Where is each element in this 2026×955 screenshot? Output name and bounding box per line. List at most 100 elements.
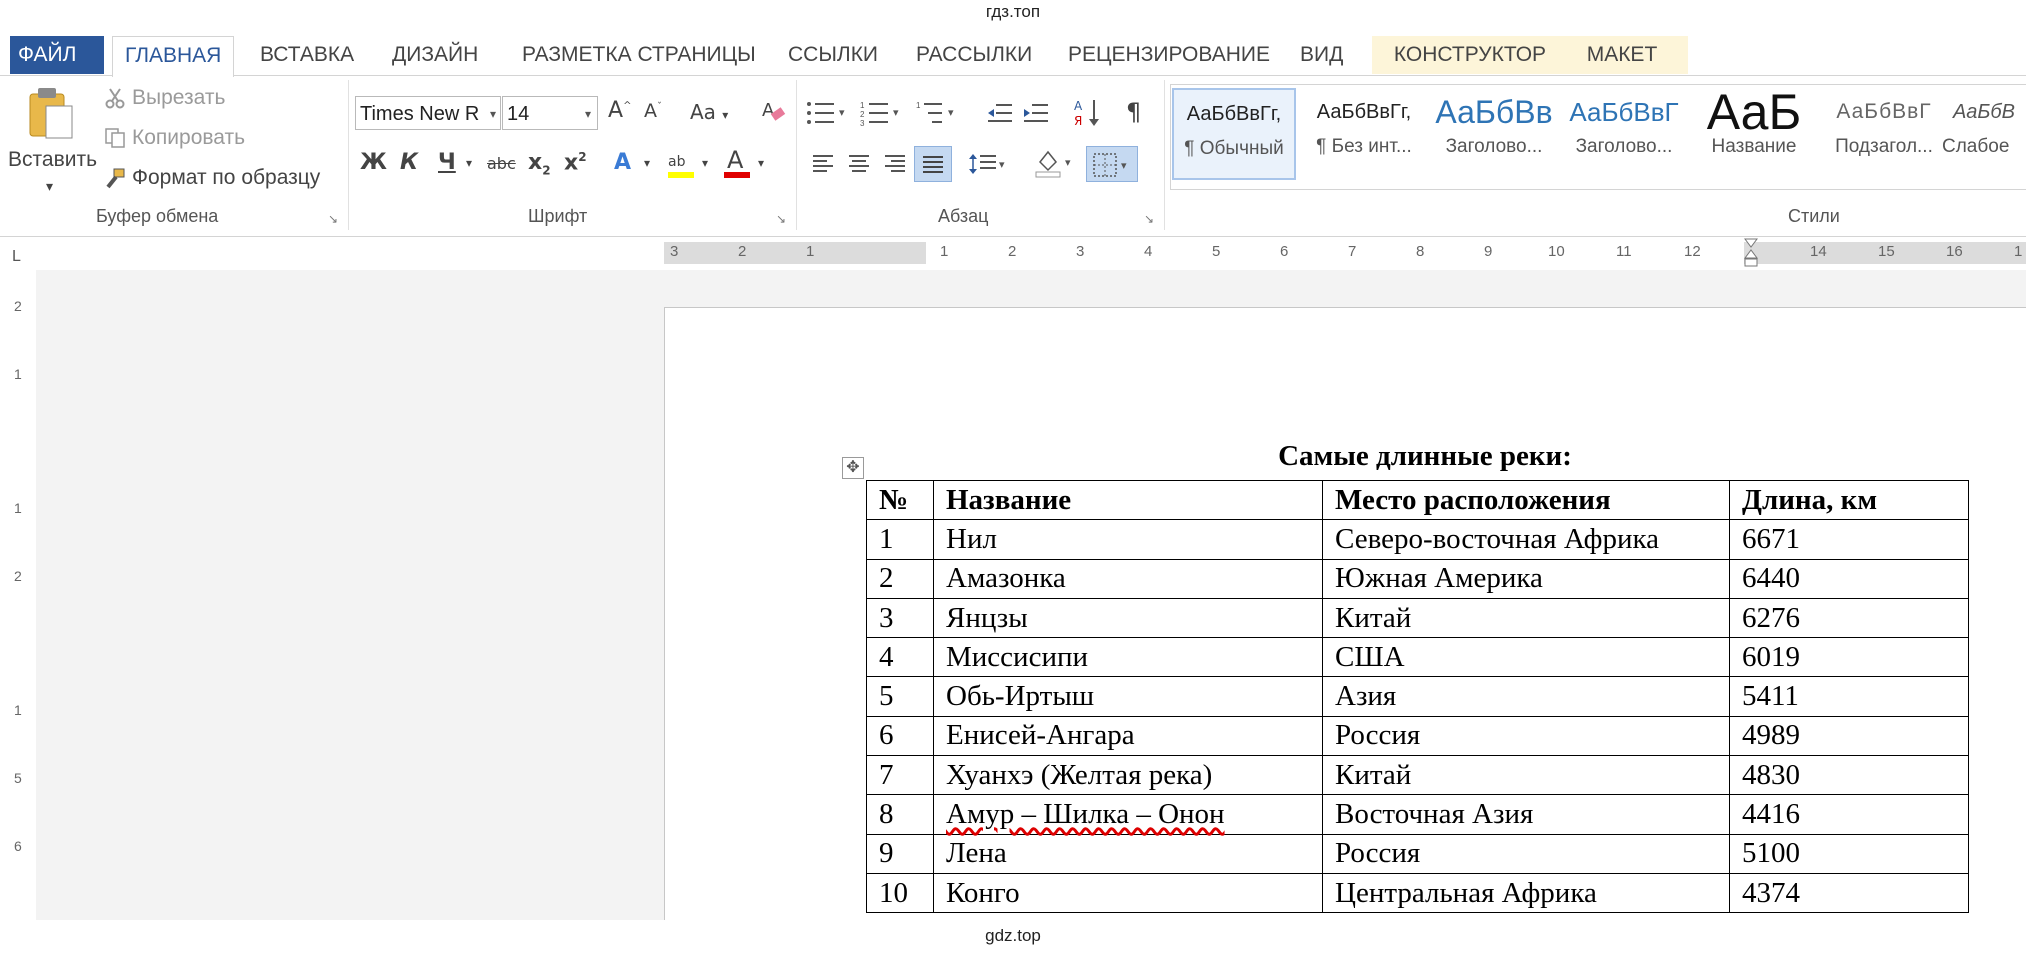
- style-subtitle[interactable]: АаБбВвГ Подзагол...: [1822, 88, 1946, 180]
- cell-number[interactable]: 7: [866, 755, 934, 796]
- bold-button[interactable]: Ж: [360, 150, 387, 175]
- sort-icon[interactable]: АЯ: [1074, 98, 1102, 133]
- document-title[interactable]: Самые длинные реки:: [866, 440, 1984, 473]
- tab-design[interactable]: ДИЗАЙН: [380, 36, 490, 74]
- cell-length[interactable]: 4830: [1729, 755, 1969, 796]
- tab-file[interactable]: ФАЙЛ: [10, 36, 104, 74]
- show-formatting-button[interactable]: ¶: [1126, 98, 1141, 126]
- horizontal-ruler[interactable]: 3 2 1 1 2 3 4 5 6 7 8 9 10 11 12 14 15 1…: [664, 238, 2026, 268]
- cell-number[interactable]: 6: [866, 715, 934, 757]
- style-subtle-emphasis[interactable]: АаБбВ Слабое: [1942, 88, 2026, 180]
- chevron-down-icon[interactable]: ▾: [702, 156, 708, 170]
- text-effects-icon[interactable]: A: [614, 150, 631, 175]
- cell-name[interactable]: Миссисипи: [933, 637, 1323, 678]
- paragraph-launcher-icon[interactable]: ↘: [1144, 212, 1154, 226]
- tab-selector-icon[interactable]: L: [12, 248, 21, 266]
- style-heading-1[interactable]: АаБбВв Заголово...: [1432, 88, 1556, 180]
- cell-length[interactable]: 5100: [1729, 833, 1969, 874]
- tab-view[interactable]: ВИД: [1288, 36, 1355, 74]
- cell-location[interactable]: Восточная Азия: [1322, 794, 1730, 835]
- chevron-down-icon[interactable]: ▾: [644, 156, 650, 170]
- borders-icon[interactable]: ▾: [1086, 146, 1138, 182]
- cell-number[interactable]: 2: [866, 558, 934, 599]
- subscript-icon[interactable]: x2: [528, 150, 551, 177]
- indent-marker-icon[interactable]: [1744, 238, 1758, 268]
- bullets-icon[interactable]: ▾: [806, 100, 850, 131]
- italic-button[interactable]: К: [400, 150, 418, 175]
- cell-length[interactable]: 4416: [1729, 794, 1969, 835]
- header-name[interactable]: Название: [933, 479, 1323, 521]
- style-no-spacing[interactable]: АаБбВвГг, ¶ Без инт...: [1302, 88, 1426, 180]
- cell-length[interactable]: 4989: [1729, 715, 1969, 757]
- align-right-icon[interactable]: [884, 154, 906, 179]
- cell-location[interactable]: Азия: [1322, 676, 1730, 717]
- superscript-icon[interactable]: x2: [564, 150, 587, 175]
- cell-name[interactable]: Амазонка: [933, 558, 1323, 599]
- grow-font-icon[interactable]: A^: [608, 98, 631, 123]
- increase-indent-icon[interactable]: [1022, 102, 1050, 129]
- cell-name[interactable]: Янцзы: [933, 597, 1323, 639]
- table-move-handle-icon[interactable]: ✥: [842, 457, 864, 479]
- cut-button[interactable]: Вырезать: [104, 86, 225, 110]
- tab-mailings[interactable]: РАССЫЛКИ: [904, 36, 1044, 74]
- cell-length[interactable]: 5411: [1729, 676, 1969, 717]
- change-case-button[interactable]: Aa ▾: [690, 100, 728, 124]
- cell-number[interactable]: 8: [866, 794, 934, 835]
- style-normal[interactable]: АаБбВвГг, ¶ Обычный: [1172, 88, 1296, 180]
- underline-button[interactable]: Ч: [438, 150, 456, 175]
- cell-location[interactable]: Китай: [1322, 597, 1730, 639]
- font-launcher-icon[interactable]: ↘: [776, 212, 786, 226]
- cell-location[interactable]: Южная Америка: [1322, 558, 1730, 599]
- copy-button[interactable]: Копировать: [104, 126, 245, 150]
- clear-formatting-icon[interactable]: A: [760, 98, 786, 130]
- cell-number[interactable]: 5: [866, 676, 934, 717]
- cell-length[interactable]: 6671: [1729, 519, 1969, 560]
- cell-name[interactable]: Амур – Шилка – Онон: [933, 794, 1323, 835]
- rivers-table[interactable]: № Название Место расположения Длина, км …: [866, 479, 1969, 914]
- cell-name[interactable]: Конго: [933, 872, 1323, 914]
- shading-icon[interactable]: ▾: [1034, 148, 1076, 183]
- cell-location[interactable]: Северо-восточная Африка: [1322, 519, 1730, 560]
- style-title[interactable]: АаБ Название: [1692, 88, 1816, 180]
- clipboard-launcher-icon[interactable]: ↘: [328, 212, 338, 226]
- highlight-color-icon[interactable]: ab: [666, 148, 696, 186]
- align-left-icon[interactable]: [812, 154, 834, 179]
- cell-name[interactable]: Лена: [933, 833, 1323, 874]
- font-color-icon[interactable]: A: [722, 146, 752, 186]
- paste-button[interactable]: Вставить: [8, 148, 97, 172]
- line-spacing-icon[interactable]: ▾: [968, 152, 1008, 181]
- vertical-ruler[interactable]: 2 1 1 2 1 5 6: [12, 290, 32, 920]
- style-heading-2[interactable]: АаБбВвГ Заголово...: [1562, 88, 1686, 180]
- cell-number[interactable]: 1: [866, 519, 934, 560]
- paste-dropdown-icon[interactable]: ▾: [46, 178, 53, 195]
- cell-location[interactable]: Китай: [1322, 755, 1730, 796]
- tab-home[interactable]: ГЛАВНАЯ: [112, 36, 235, 77]
- shrink-font-icon[interactable]: Aˇ: [644, 100, 662, 122]
- tab-table-layout[interactable]: МАКЕТ: [1556, 36, 1688, 74]
- cell-length[interactable]: 6276: [1729, 597, 1969, 639]
- cell-number[interactable]: 10: [866, 872, 934, 914]
- cell-location[interactable]: США: [1322, 637, 1730, 678]
- cell-length[interactable]: 6440: [1729, 558, 1969, 599]
- tab-review[interactable]: РЕЦЕНЗИРОВАНИЕ: [1056, 36, 1282, 74]
- justify-icon[interactable]: [914, 146, 952, 182]
- underline-dropdown-icon[interactable]: ▾: [466, 156, 472, 170]
- cell-name[interactable]: Хуанхэ (Желтая река): [933, 755, 1323, 796]
- paste-icon[interactable]: [26, 84, 74, 140]
- cell-number[interactable]: 9: [866, 833, 934, 874]
- cell-name[interactable]: Енисей-Ангара: [933, 715, 1323, 757]
- tab-layout[interactable]: РАЗМЕТКА СТРАНИЦЫ: [510, 36, 768, 74]
- cell-length[interactable]: 4374: [1729, 872, 1969, 914]
- cell-length[interactable]: 6019: [1729, 637, 1969, 678]
- font-size-combobox[interactable]: 14 ▾: [502, 96, 598, 130]
- tab-insert[interactable]: ВСТАВКА: [248, 36, 366, 74]
- cell-location[interactable]: Россия: [1322, 715, 1730, 757]
- strikethrough-button[interactable]: abc: [487, 154, 516, 173]
- multilevel-list-icon[interactable]: 1 ▾: [916, 100, 960, 131]
- cell-name[interactable]: Нил: [933, 519, 1323, 560]
- header-number[interactable]: №: [866, 479, 934, 521]
- format-painter-button[interactable]: Формат по образцу: [104, 166, 320, 190]
- chevron-down-icon[interactable]: ▾: [758, 156, 764, 170]
- cell-location[interactable]: Россия: [1322, 833, 1730, 874]
- tab-references[interactable]: ССЫЛКИ: [776, 36, 890, 74]
